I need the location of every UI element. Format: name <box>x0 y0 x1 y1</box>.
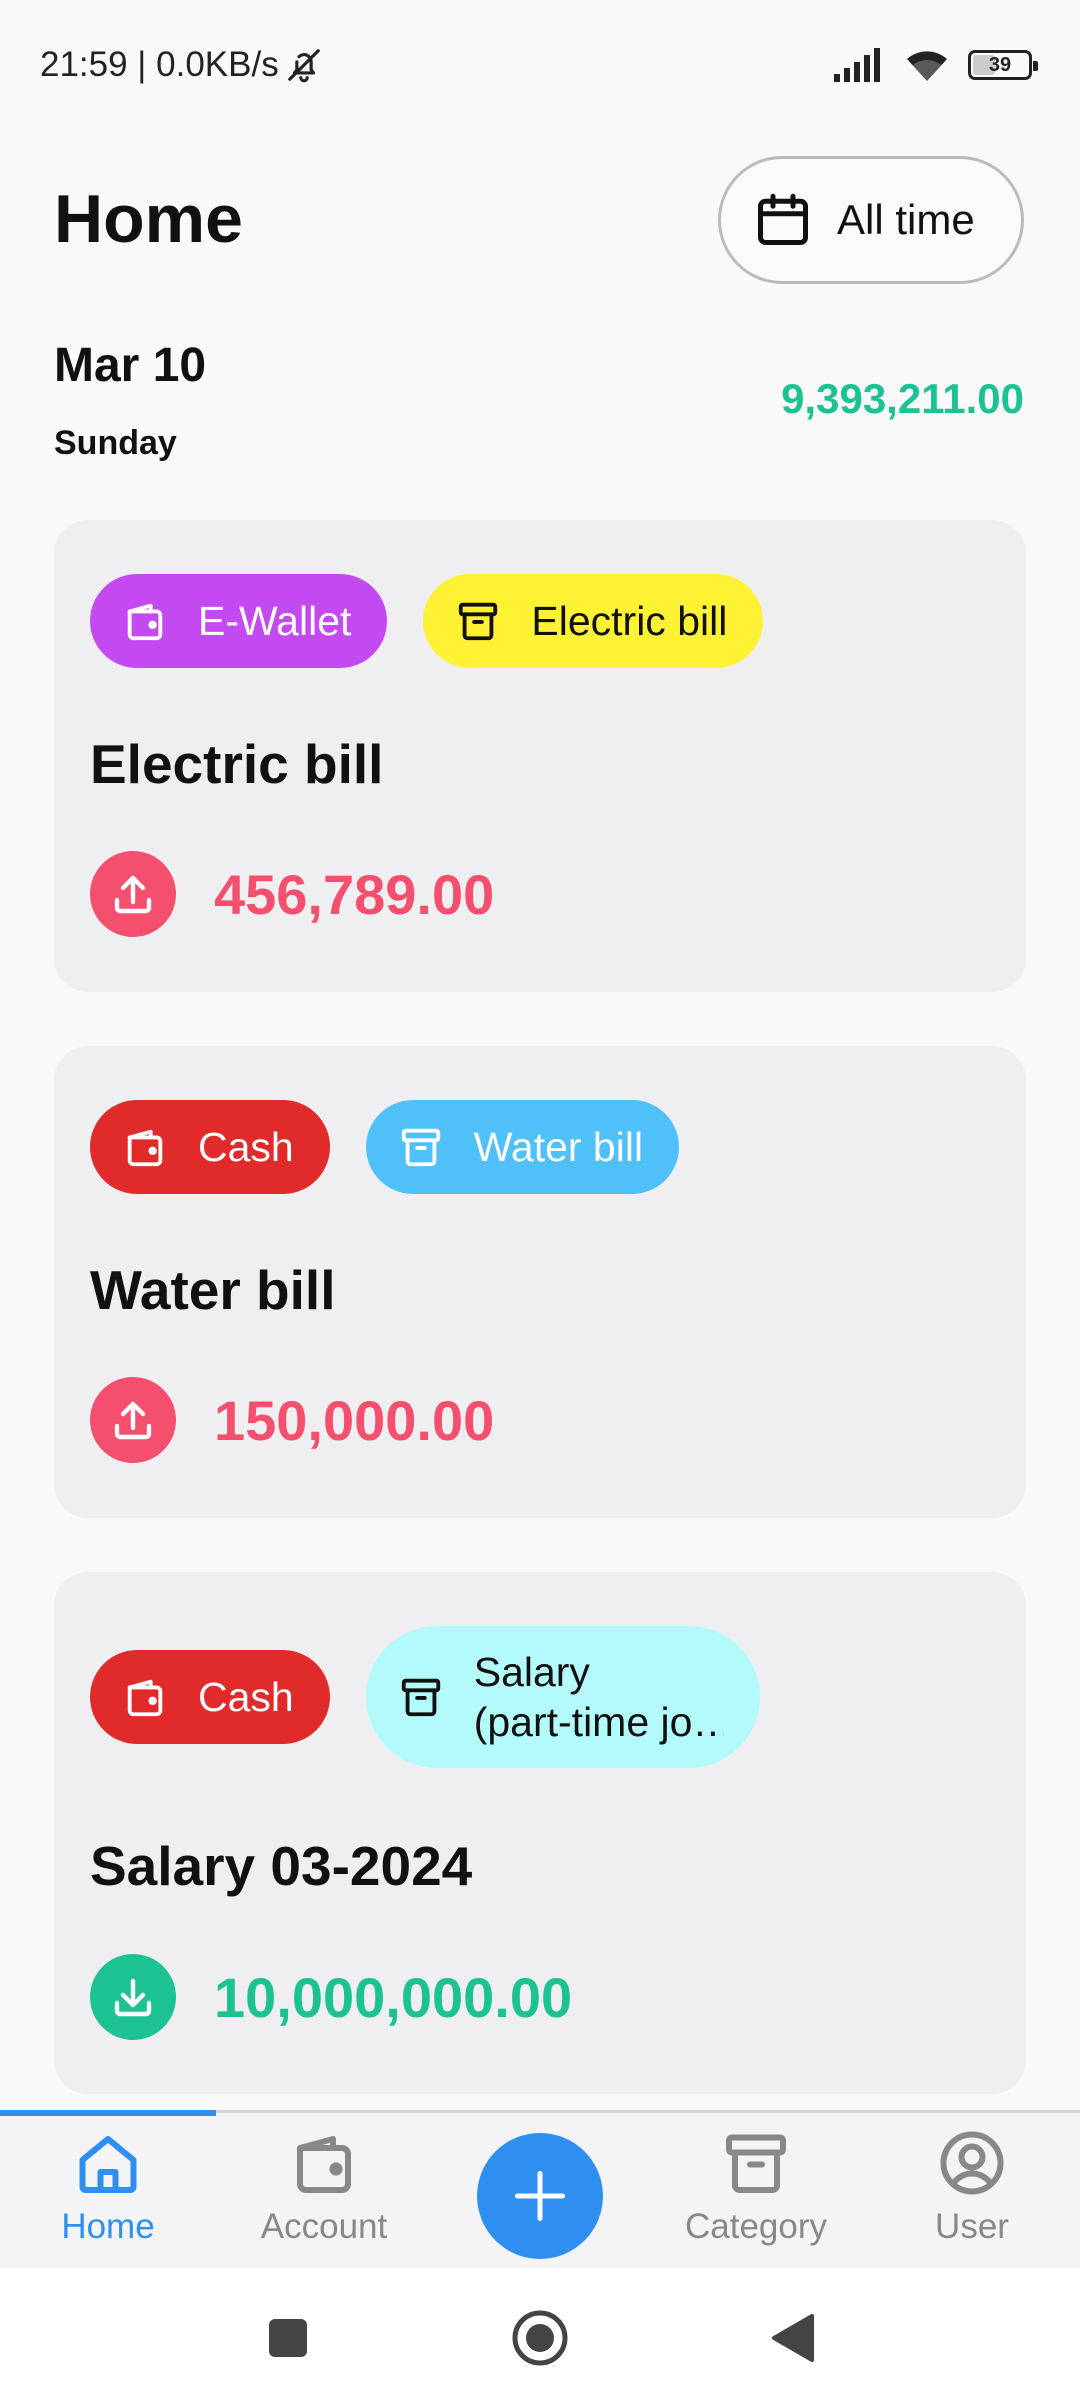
nav-active-indicator <box>0 2110 216 2116</box>
status-bar: 21:59 | 0.0KB/s 39 <box>0 0 1080 130</box>
transaction-card[interactable]: E-Wallet Electric bill Electric bill 456… <box>54 520 1026 992</box>
nav-label-account: Account <box>260 2207 388 2246</box>
wallet-icon <box>122 1674 168 1720</box>
home-system-button[interactable] <box>510 2308 570 2368</box>
nav-item-category[interactable]: Category <box>648 2127 864 2267</box>
signal-icon <box>834 48 880 82</box>
nav-item-home[interactable]: Home <box>0 2127 216 2267</box>
transaction-title: Electric bill <box>90 733 384 795</box>
nav-label-category: Category <box>684 2207 828 2246</box>
add-transaction-button[interactable] <box>477 2133 603 2259</box>
upload-icon <box>90 1377 176 1463</box>
nav-label-home: Home <box>61 2207 155 2246</box>
account-chip[interactable]: Cash <box>90 1650 330 1744</box>
category-chip[interactable]: Water bill <box>365 1100 680 1194</box>
home-icon <box>79 2136 137 2193</box>
calendar-icon <box>758 193 808 245</box>
chip-row: Cash Water bill <box>90 1100 680 1194</box>
wallet-icon <box>122 598 168 644</box>
category-chip-label-line2: (part-time jo… <box>473 1699 724 1745</box>
transaction-card[interactable]: Cash Water bill Water bill 150,000.00 <box>54 1046 1026 1518</box>
status-time-speed: 21:59 | 0.0KB/s <box>40 45 279 84</box>
account-chip[interactable]: Cash <box>90 1100 330 1194</box>
nav-item-user[interactable]: User <box>864 2127 1080 2267</box>
transaction-amount: 150,000.00 <box>214 1388 495 1452</box>
transaction-amount: 456,789.00 <box>214 862 495 926</box>
account-chip-label: Cash <box>198 1673 294 1720</box>
chip-row: E-Wallet Electric bill <box>90 574 764 668</box>
bell-off-icon <box>287 49 320 83</box>
account-chip-label: E-Wallet <box>198 597 352 644</box>
download-icon <box>90 1954 176 2040</box>
category-chip-label: Water bill <box>473 1123 644 1170</box>
date-range-label: All time <box>837 196 975 243</box>
chip-row: Cash Salary (part-time jo… <box>90 1626 760 1768</box>
recents-button[interactable] <box>258 2308 318 2368</box>
category-chip[interactable]: Salary (part-time jo… <box>365 1626 760 1768</box>
page-title: Home <box>54 181 243 257</box>
home-circle-icon <box>512 2310 568 2366</box>
group-date: Mar 10 <box>54 339 207 392</box>
amount-row: 456,789.00 <box>90 851 494 937</box>
account-chip-label: Cash <box>198 1123 294 1170</box>
battery-icon: 39 <box>968 50 1038 80</box>
archive-icon <box>398 1674 444 1720</box>
amount-row: 150,000.00 <box>90 1377 494 1463</box>
archive-icon <box>398 1124 444 1170</box>
group-weekday: Sunday <box>54 424 177 462</box>
battery-level: 39 <box>988 53 1012 76</box>
group-total: 9,393,211.00 <box>781 375 1024 422</box>
wallet-icon <box>297 2136 351 2193</box>
status-right: 39 <box>834 47 1038 83</box>
back-icon <box>772 2314 814 2362</box>
category-chip-label: Salary (part-time jo… <box>474 1647 724 1747</box>
plus-icon <box>515 2171 565 2221</box>
wifi-icon <box>907 51 947 81</box>
back-button[interactable] <box>762 2308 822 2368</box>
archive-icon <box>455 598 501 644</box>
category-chip-label: Electric bill <box>531 597 728 644</box>
wallet-icon <box>122 1124 168 1170</box>
transaction-title: Salary 03-2024 <box>90 1835 473 1897</box>
archive-icon <box>726 2134 786 2193</box>
date-range-button[interactable]: All time <box>718 156 1024 284</box>
nav-label-user: User <box>935 2207 1009 2246</box>
transaction-title: Water bill <box>90 1259 336 1321</box>
bottom-nav: Home Account Category User <box>0 2110 1080 2268</box>
amount-row: 10,000,000.00 <box>90 1954 572 2040</box>
recents-icon <box>269 2319 307 2357</box>
category-chip[interactable]: Electric bill <box>423 574 764 668</box>
transaction-card[interactable]: Cash Salary (part-time jo… Salary 03-202… <box>54 1572 1026 2094</box>
transaction-amount: 10,000,000.00 <box>214 1965 573 2029</box>
account-chip[interactable]: E-Wallet <box>90 574 388 668</box>
category-chip-label-line1: Salary <box>473 1649 590 1695</box>
upload-icon <box>90 851 176 937</box>
status-left: 21:59 | 0.0KB/s <box>40 45 323 85</box>
screen: 21:59 | 0.0KB/s 39 Home All time Mar 10 … <box>0 0 1080 2400</box>
system-nav-bar <box>0 2268 1080 2400</box>
user-icon <box>940 2131 1004 2195</box>
nav-item-account[interactable]: Account <box>216 2127 432 2267</box>
